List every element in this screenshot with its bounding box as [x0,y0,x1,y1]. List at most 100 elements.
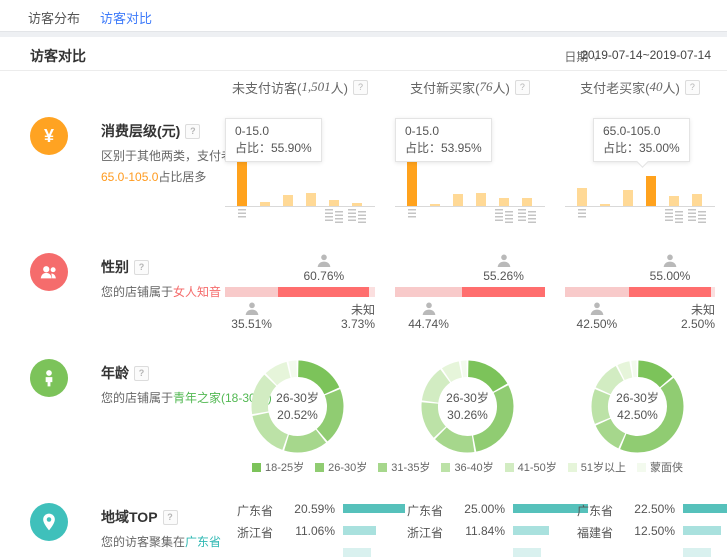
donut-segment-18-25岁[interactable] [468,361,507,392]
donut-svg[interactable] [590,359,685,454]
consume-bar-2[interactable] [283,195,293,206]
donut-segment-36-40岁[interactable] [253,413,288,450]
help-icon[interactable]: ? [185,124,200,139]
row-consume-level: ¥ 消费层级(元)? 区别于其他两类，支付老买家中 65.0-105.0占比居多… [0,104,727,241]
consume-bar-4[interactable] [499,198,509,206]
legend-item[interactable]: 51岁以上 [568,459,626,475]
donut-svg[interactable] [420,359,515,454]
consume-bar-4[interactable] [669,196,679,206]
consume-bar-chart[interactable] [225,156,375,207]
consume-bar-3[interactable] [646,176,656,206]
region-name: 福建省 [577,524,629,541]
consume-bar-0[interactable] [237,158,247,206]
column-header-text: 未支付访客( [232,78,301,97]
male-segment[interactable] [565,287,629,297]
unknown-segment[interactable] [711,287,715,297]
bar-tooltip: 65.0-105.0 占比：35.00% [593,118,690,162]
help-icon[interactable]: ? [353,80,368,95]
donut-segment-蒙面侠[interactable] [461,361,467,378]
row-title-gender: 性别? [101,257,149,277]
gender-chart[interactable]: 55.00%42.50%未知2.50% [565,240,715,346]
consume-bar-0[interactable] [577,188,587,206]
legend-swatch [637,463,646,472]
tab-visitor-distribution[interactable]: 访客分布 [28,8,80,27]
legend-label: 51岁以上 [581,459,626,475]
axis-tick-glyph [358,211,366,224]
donut-segment-31-35岁[interactable] [435,427,474,452]
female-icon [662,253,678,269]
consume-bar-2[interactable] [623,190,633,206]
region-percent: 25.00% [457,502,505,516]
donut-segment-41-50岁[interactable] [596,366,624,394]
gender-chart[interactable]: 60.76%35.51%未知3.73% [225,240,375,346]
consume-bar-3[interactable] [476,193,486,206]
column-header-count: 1,501 [301,79,330,95]
consume-bar-0[interactable] [407,160,417,206]
unknown-segment[interactable] [369,287,375,297]
consume-bar-4[interactable] [329,200,339,206]
region-top-list: 广东省22.50%福建省12.50% [565,490,727,553]
legend-item[interactable]: 41-50岁 [505,459,557,475]
donut-segment-26-30岁[interactable] [620,378,683,453]
consume-bar-3[interactable] [306,193,316,206]
axis-tick-glyph [335,211,343,224]
person-icon [30,359,68,397]
consume-bar-5[interactable] [352,203,362,206]
help-icon[interactable]: ? [515,80,530,95]
consume-bar-1[interactable] [430,204,440,206]
date-range-value[interactable]: 2019-07-14~2019-07-14 [581,48,711,62]
consume-bar-chart[interactable] [395,156,545,207]
donut-segment-蒙面侠[interactable] [631,361,637,378]
gender-stacked-bar[interactable] [225,287,375,297]
desc-highlight: 65.0-105.0 [101,170,158,184]
donut-segment-41-50岁[interactable] [251,375,276,415]
female-segment[interactable] [462,287,545,297]
donut-segment-18-25岁[interactable] [298,361,339,395]
legend-swatch [441,463,450,472]
male-icon [589,301,605,317]
legend-swatch [568,463,577,472]
consume-bar-5[interactable] [522,198,532,206]
axis-tick-glyph [675,211,683,224]
male-segment[interactable] [395,287,462,297]
axis-tick-glyph [505,211,513,224]
donut-segment-41-50岁[interactable] [422,369,450,402]
legend-item[interactable]: 26-30岁 [315,459,367,475]
gender-stacked-bar[interactable] [395,287,545,297]
legend-item[interactable]: 蒙面侠 [637,459,683,475]
female-segment[interactable] [278,287,369,297]
unknown-label: 未知 [315,301,375,318]
axis-tick-glyph [495,209,503,222]
consume-bar-1[interactable] [260,202,270,206]
gender-chart[interactable]: 55.26%44.74% [395,240,545,346]
donut-segment-26-30岁[interactable] [317,389,344,441]
donut-segment-36-40岁[interactable] [592,389,611,424]
consume-bar-1[interactable] [600,204,610,206]
legend-item[interactable]: 18-25岁 [252,459,304,475]
consume-bar-5[interactable] [692,194,702,206]
axis-tick-glyph [408,209,416,218]
male-segment[interactable] [225,287,278,297]
donut-svg[interactable] [250,359,345,454]
donut-segment-31-35岁[interactable] [284,430,326,453]
help-icon[interactable]: ? [134,260,149,275]
row-title-consume: 消费层级(元)? [101,121,200,141]
female-percent-label: 55.00% [635,269,705,283]
column-headers: 未支付访客(1,501人)? 支付新买家(76人)? 支付老买家(40人)? [0,70,727,105]
legend-item[interactable]: 31-35岁 [378,459,430,475]
help-icon[interactable]: ? [163,510,178,525]
donut-segment-31-35岁[interactable] [596,419,626,449]
legend-item[interactable]: 36-40岁 [441,459,493,475]
row-title-text: 性别 [101,257,129,277]
location-pin-icon [30,503,68,541]
help-icon[interactable]: ? [134,366,149,381]
female-segment[interactable] [629,287,712,297]
column-header-text: 人) [493,78,510,97]
donut-segment-26-30岁[interactable] [473,385,513,451]
consume-bar-2[interactable] [453,194,463,206]
gender-stacked-bar[interactable] [565,287,715,297]
tab-visitor-compare[interactable]: 访客对比 [100,8,152,27]
column-header-count: 76 [480,79,493,95]
help-icon[interactable]: ? [685,80,700,95]
region-bar [683,526,721,535]
